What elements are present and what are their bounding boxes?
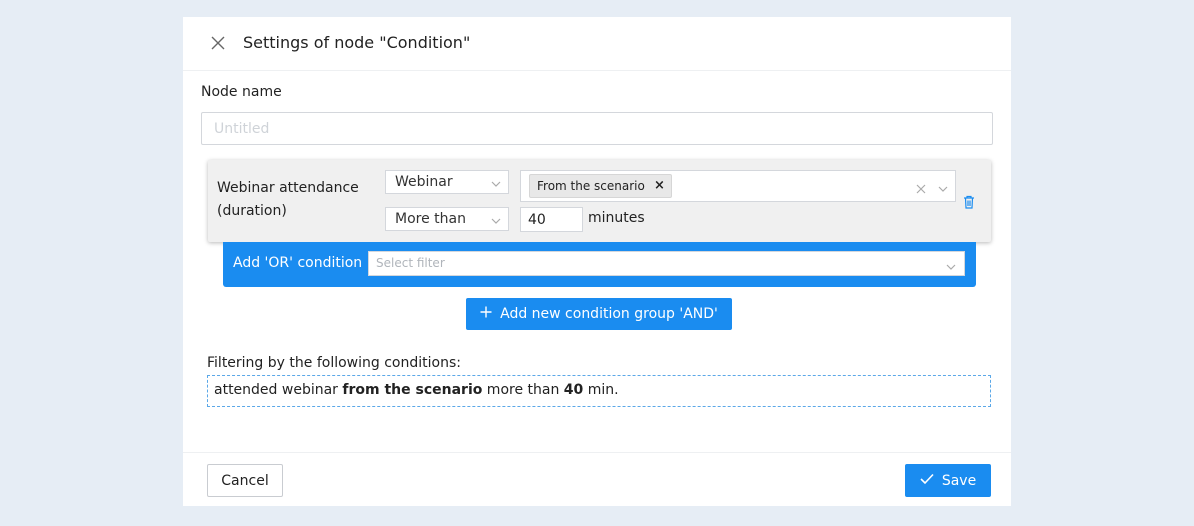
summary-amount: 40 — [563, 382, 584, 398]
scenario-tag-label: From the scenario — [537, 179, 645, 193]
check-icon — [920, 473, 934, 489]
save-button[interactable]: Save — [905, 464, 991, 497]
dialog-header: Settings of node "Condition" — [183, 17, 1011, 71]
dialog-title: Settings of node "Condition" — [243, 33, 471, 52]
or-condition-bar: Add 'OR' condition Select filter — [223, 242, 976, 287]
filter-select-placeholder: Select filter — [376, 256, 445, 270]
clear-icon[interactable] — [915, 180, 927, 199]
trash-icon[interactable] — [963, 194, 975, 213]
summary-text: attended webinar — [214, 382, 343, 398]
node-name-input[interactable] — [201, 112, 993, 145]
add-and-group-button[interactable]: Add new condition group 'AND' — [466, 298, 732, 330]
node-name-label: Node name — [201, 84, 282, 100]
chevron-down-icon[interactable] — [937, 180, 949, 199]
scenario-multiselect[interactable]: From the scenario × — [520, 170, 956, 202]
comparison-select[interactable]: More than — [385, 207, 509, 231]
chevron-down-icon — [490, 175, 502, 197]
filter-summary-title: Filtering by the following conditions: — [207, 355, 461, 371]
summary-text: min. — [583, 382, 619, 398]
footer-divider — [183, 452, 1011, 453]
condition-card: Webinar attendance (duration) Webinar Fr… — [208, 160, 991, 242]
summary-scenario: from the scenario — [342, 382, 483, 398]
add-and-group-label: Add new condition group 'AND' — [500, 306, 718, 322]
settings-dialog: Settings of node "Condition" Node name W… — [183, 17, 1011, 506]
webinar-select-value: Webinar — [395, 174, 453, 190]
duration-input[interactable] — [520, 207, 583, 232]
plus-icon — [480, 306, 492, 322]
save-label: Save — [941, 472, 977, 489]
remove-tag-icon[interactable]: × — [654, 175, 665, 197]
condition-label: Webinar attendance (duration) — [217, 180, 359, 219]
filter-summary-box: attended webinar from the scenario more … — [207, 375, 991, 407]
summary-text: more than — [482, 382, 564, 398]
filter-select[interactable]: Select filter — [368, 251, 965, 276]
webinar-select[interactable]: Webinar — [385, 170, 509, 194]
or-condition-label: Add 'OR' condition — [233, 255, 363, 271]
duration-unit: minutes — [588, 210, 645, 226]
scenario-tag: From the scenario × — [529, 174, 672, 198]
cancel-button[interactable]: Cancel — [207, 464, 283, 497]
chevron-down-icon — [945, 258, 957, 281]
comparison-select-value: More than — [395, 211, 466, 227]
chevron-down-icon — [490, 212, 502, 234]
close-icon[interactable] — [209, 34, 227, 52]
